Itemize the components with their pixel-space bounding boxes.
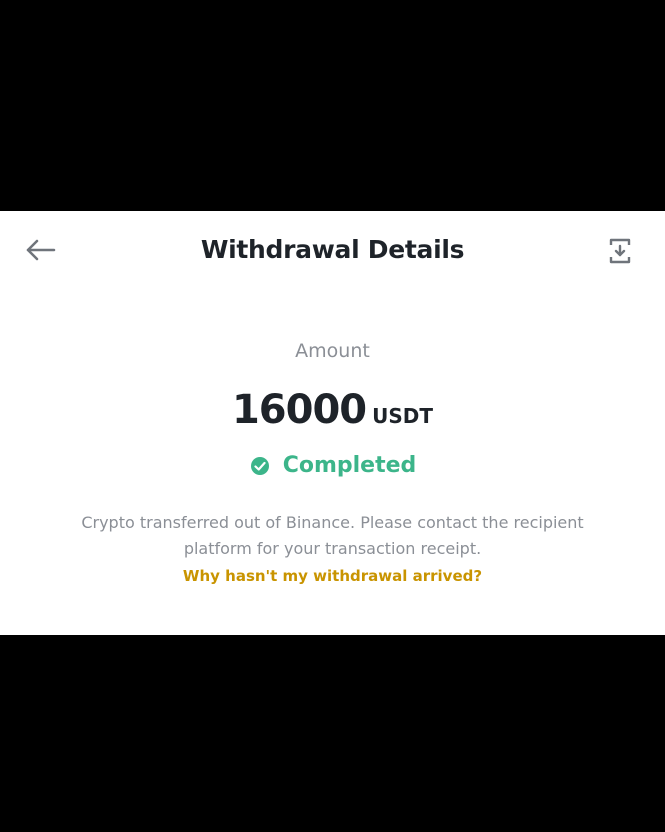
- check-circle-icon: [249, 455, 271, 477]
- screenshot-frame: Withdrawal Details Amount 16000 USDT Com…: [0, 0, 665, 832]
- amount-value: 16000: [231, 387, 367, 433]
- share-receipt-button[interactable]: [604, 235, 636, 267]
- status-badge: Completed: [0, 453, 665, 478]
- withdrawal-details-panel: Withdrawal Details Amount 16000 USDT Com…: [0, 211, 665, 635]
- amount-display: 16000 USDT: [0, 387, 665, 433]
- withdrawal-help-link[interactable]: Why hasn't my withdrawal arrived?: [0, 567, 665, 585]
- transfer-note: Crypto transferred out of Binance. Pleas…: [81, 513, 584, 558]
- status-text: Completed: [282, 453, 417, 478]
- share-receipt-icon: [609, 238, 631, 264]
- amount-unit: USDT: [372, 404, 434, 428]
- page-title: Withdrawal Details: [200, 235, 465, 264]
- amount-label: Amount: [295, 340, 370, 362]
